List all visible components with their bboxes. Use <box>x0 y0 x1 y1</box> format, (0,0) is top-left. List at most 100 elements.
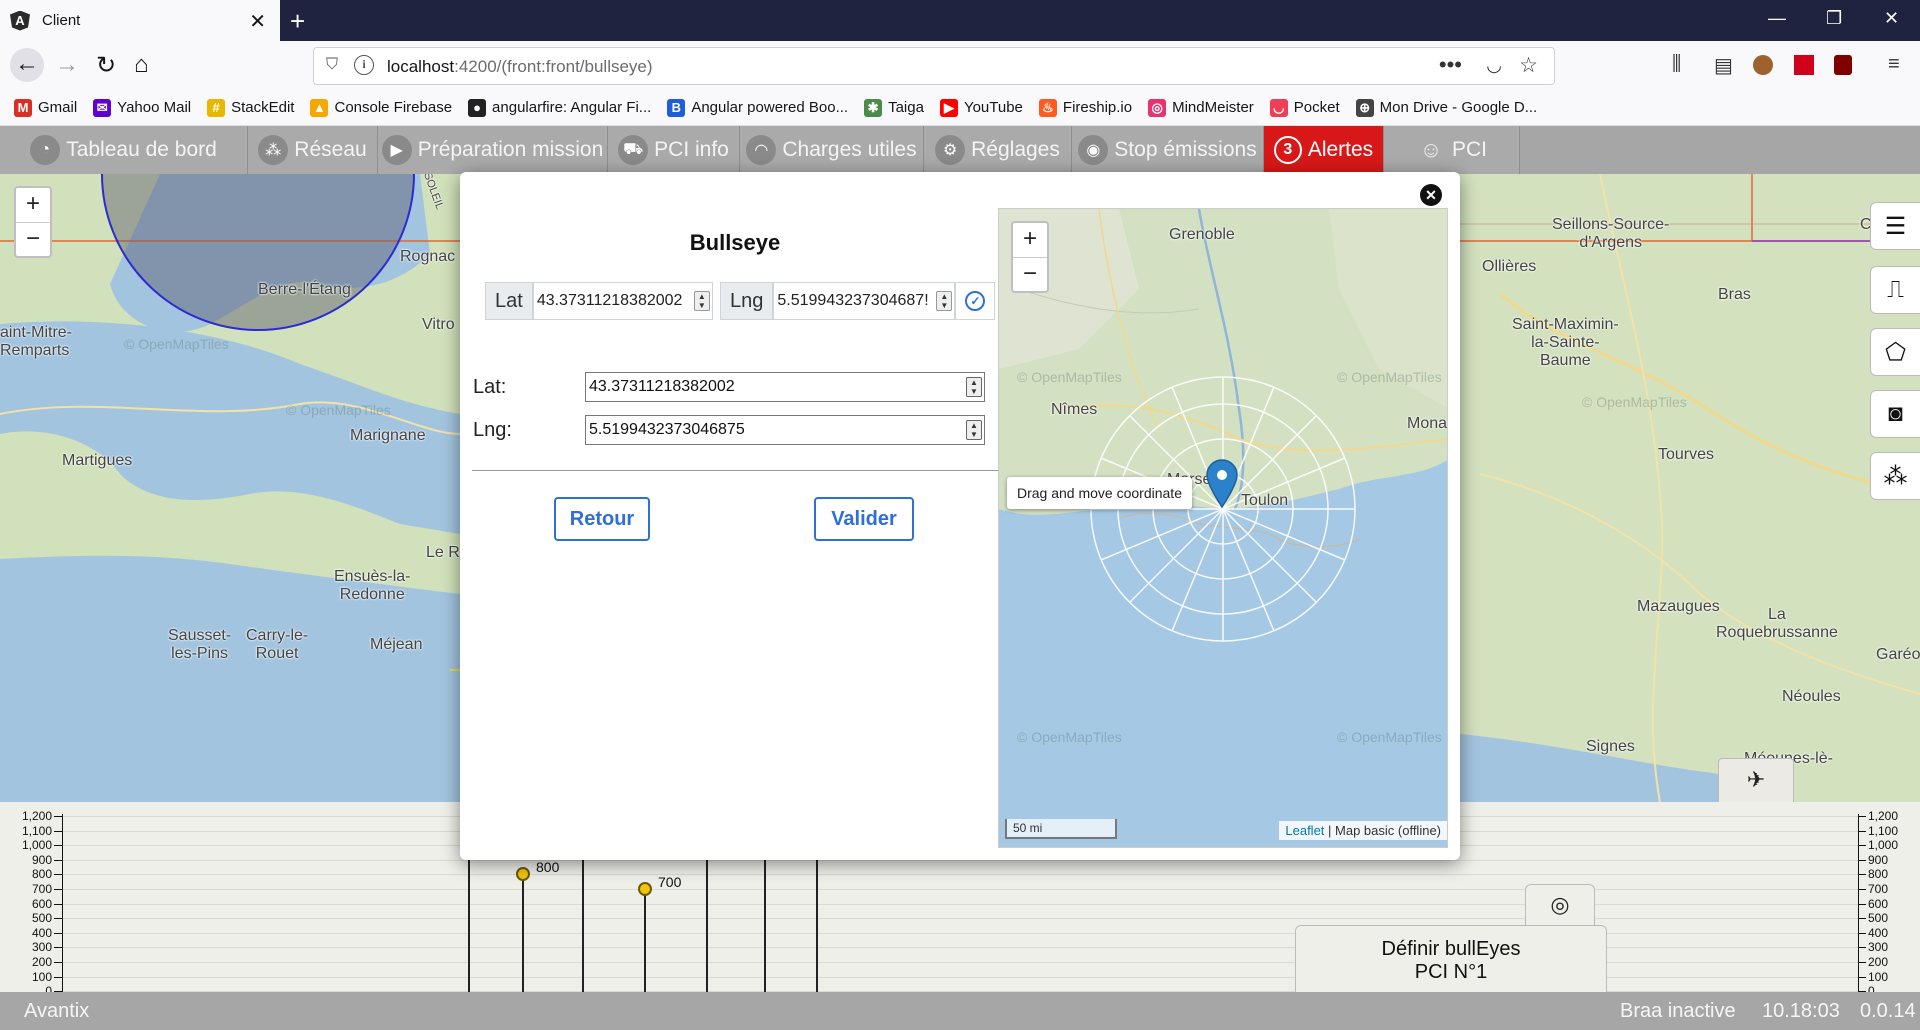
right-axis-tick <box>1858 932 1866 934</box>
lat-spinner-icon[interactable]: ▲ ▼ <box>693 291 710 311</box>
lat-input[interactable]: 43.37311218382002 ▲ ▼ <box>532 282 713 320</box>
url-text[interactable]: localhost:4200/(front:front/bullseye) <box>387 57 653 77</box>
shield-icon[interactable]: ⛉ <box>326 56 338 74</box>
lng-input[interactable]: 5.519943237304687! ▲ ▼ <box>773 282 956 320</box>
lng-spinner-icon[interactable]: ▲ ▼ <box>936 291 953 311</box>
toolbar-alerts-button[interactable]: 3 Alertes <box>1264 126 1384 174</box>
bookmark-item[interactable]: ● angularfire: Angular Fi... <box>468 98 651 117</box>
form-lat-spinner-icon[interactable]: ▲ ▼ <box>966 377 982 397</box>
list-view-button[interactable]: ☰ <box>1870 202 1920 250</box>
right-axis-tick-label: 500 <box>1868 911 1889 926</box>
left-axis-tick <box>54 845 62 847</box>
check-circle-icon: ✓ <box>965 291 986 311</box>
bookmark-item[interactable]: ⊕ Mon Drive - Google D... <box>1355 98 1537 117</box>
new-tab-icon[interactable]: + <box>290 6 305 37</box>
map-label: Néoules <box>1782 688 1841 705</box>
right-axis-tick <box>1858 947 1866 949</box>
toolbar-settings-button[interactable]: ⚙ Réglages <box>924 126 1072 174</box>
url-bar[interactable]: ⛉ i localhost:4200/(front:front/bullseye… <box>313 47 1555 85</box>
confirm-coords-button[interactable]: ✓ <box>955 282 996 320</box>
user-icon: ☺ <box>1419 137 1443 162</box>
leaflet-link[interactable]: Leaflet <box>1285 823 1324 838</box>
bookmark-item[interactable]: ▲ Console Firebase <box>310 98 452 117</box>
network-graph-button[interactable]: ⁂ <box>1870 452 1920 500</box>
radar-button[interactable]: ◎ <box>1525 884 1595 926</box>
page-actions-icon[interactable]: ••• <box>1439 52 1462 78</box>
toolbar-pci-info-button[interactable]: ⛟ PCI info <box>608 126 740 174</box>
zoom-out-button[interactable]: − <box>16 222 50 256</box>
bookmark-item[interactable]: # StackEdit <box>207 98 294 117</box>
home-icon[interactable]: ⌂ <box>134 51 149 79</box>
browser-tab[interactable]: A Client ✕ <box>0 0 280 41</box>
right-axis-tick <box>1858 889 1866 890</box>
right-axis-tick <box>1858 830 1866 832</box>
bookmark-favicon-icon: B <box>667 98 686 117</box>
bookmark-item[interactable]: M Gmail <box>14 98 77 117</box>
right-axis-tick <box>1858 903 1866 905</box>
form-lat-input[interactable]: 43.37311218382002 ▲ ▼ <box>585 372 985 402</box>
reload-icon[interactable]: ↻ <box>96 51 116 80</box>
map-label: Garéo <box>1876 646 1920 663</box>
map-watermark: © OpenMapTiles <box>124 336 229 352</box>
minimize-window-icon[interactable]: — <box>1768 8 1786 29</box>
form-lng-input[interactable]: 5.5199432373046875 ▲ ▼ <box>585 415 985 445</box>
forward-arrow-icon[interactable]: → <box>55 51 79 79</box>
left-axis-tick <box>54 903 62 905</box>
toolbar-dashboard-button[interactable]: ◔ Tableau de bord <box>0 126 248 174</box>
toolbar-stop-emissions-button[interactable]: ◉ Stop émissions <box>1072 126 1264 174</box>
radar-icon: ◎ <box>1550 892 1570 917</box>
signal-view-button[interactable]: ⎍ <box>1870 266 1920 314</box>
bookmark-item[interactable]: B Angular powered Boo... <box>667 98 848 117</box>
zoom-in-button[interactable]: + <box>16 188 50 222</box>
toolbar-payloads-button[interactable]: ◠ Charges utiles <box>740 126 924 174</box>
toolbar-mission-button[interactable]: ▶ Préparation mission <box>378 126 608 174</box>
toolbar-network-button[interactable]: ⁂ Réseau <box>248 126 378 174</box>
map-label: Marignane <box>350 427 426 444</box>
altitude-point[interactable] <box>516 867 530 882</box>
bookmark-star-icon[interactable]: ☆ <box>1519 53 1538 78</box>
bookmark-item[interactable]: ▶ YouTube <box>939 98 1023 117</box>
bullseye-mini-map[interactable]: Grenoble Nîmes Mona Marseille Toulon © O… <box>998 208 1448 848</box>
left-axis-tick <box>54 976 62 978</box>
sidebar-icon[interactable]: ▤ <box>1714 53 1733 78</box>
extension-icon[interactable] <box>1794 55 1814 75</box>
back-arrow-icon[interactable]: ← <box>10 48 44 82</box>
back-button[interactable]: Retour <box>554 497 650 541</box>
flight-mode-button[interactable]: ✈ <box>1718 758 1794 802</box>
left-axis-tick-label: 700 <box>31 882 52 896</box>
avatar-extension-icon[interactable] <box>1753 55 1773 75</box>
bookmark-item[interactable]: ✉ Yahoo Mail <box>93 98 191 117</box>
bookmark-label: Fireship.io <box>1062 99 1133 116</box>
left-axis-tick <box>54 816 62 817</box>
bookmark-item[interactable]: ✱ Taiga <box>864 98 924 117</box>
mini-zoom-in-button[interactable]: + <box>1013 223 1047 257</box>
close-window-icon[interactable]: ✕ <box>1884 8 1899 29</box>
menu-hamburger-icon[interactable]: ≡ <box>1888 53 1900 76</box>
bookmark-item[interactable]: ◡ Pocket <box>1269 98 1340 117</box>
polygon-tool-button[interactable]: ⬠ <box>1870 328 1920 376</box>
altitude-point[interactable] <box>638 882 652 896</box>
ublock-icon[interactable] <box>1834 55 1852 75</box>
define-bullseye-button[interactable]: Définir bullEyes PCI N°1 <box>1295 925 1607 992</box>
operator-view-button[interactable]: ◙ <box>1870 390 1920 438</box>
bookmark-favicon-icon: M <box>14 98 32 117</box>
close-tab-icon[interactable]: ✕ <box>249 9 266 34</box>
pocket-icon[interactable]: ◡ <box>1486 55 1502 76</box>
bookmark-item[interactable]: ◎ MindMeister <box>1148 98 1254 117</box>
lat-input-group: Lat 43.37311218382002 ▲ ▼ <box>485 282 713 320</box>
close-modal-icon[interactable]: ✕ <box>1420 184 1442 206</box>
mini-zoom-out-button[interactable]: − <box>1013 257 1047 291</box>
toolbar-pci-user-button[interactable]: ☺ PCI <box>1384 126 1520 174</box>
left-axis-line <box>62 814 63 992</box>
bullseye-marker-icon[interactable] <box>1205 459 1239 509</box>
left-axis-tick-label: 100 <box>31 969 52 984</box>
form-lng-spinner-icon[interactable]: ▲ ▼ <box>966 420 982 440</box>
left-axis-tick <box>54 830 62 832</box>
bookmark-item[interactable]: ♨ Fireship.io <box>1038 98 1133 117</box>
validate-button[interactable]: Valider <box>814 497 914 541</box>
left-axis-tick-label: 900 <box>31 852 52 867</box>
form-lat-label: Lat: <box>473 376 507 398</box>
library-icon[interactable]: ⫼ <box>1672 53 1681 76</box>
site-info-icon[interactable]: i <box>354 55 374 75</box>
restore-window-icon[interactable]: ❐ <box>1826 8 1842 29</box>
